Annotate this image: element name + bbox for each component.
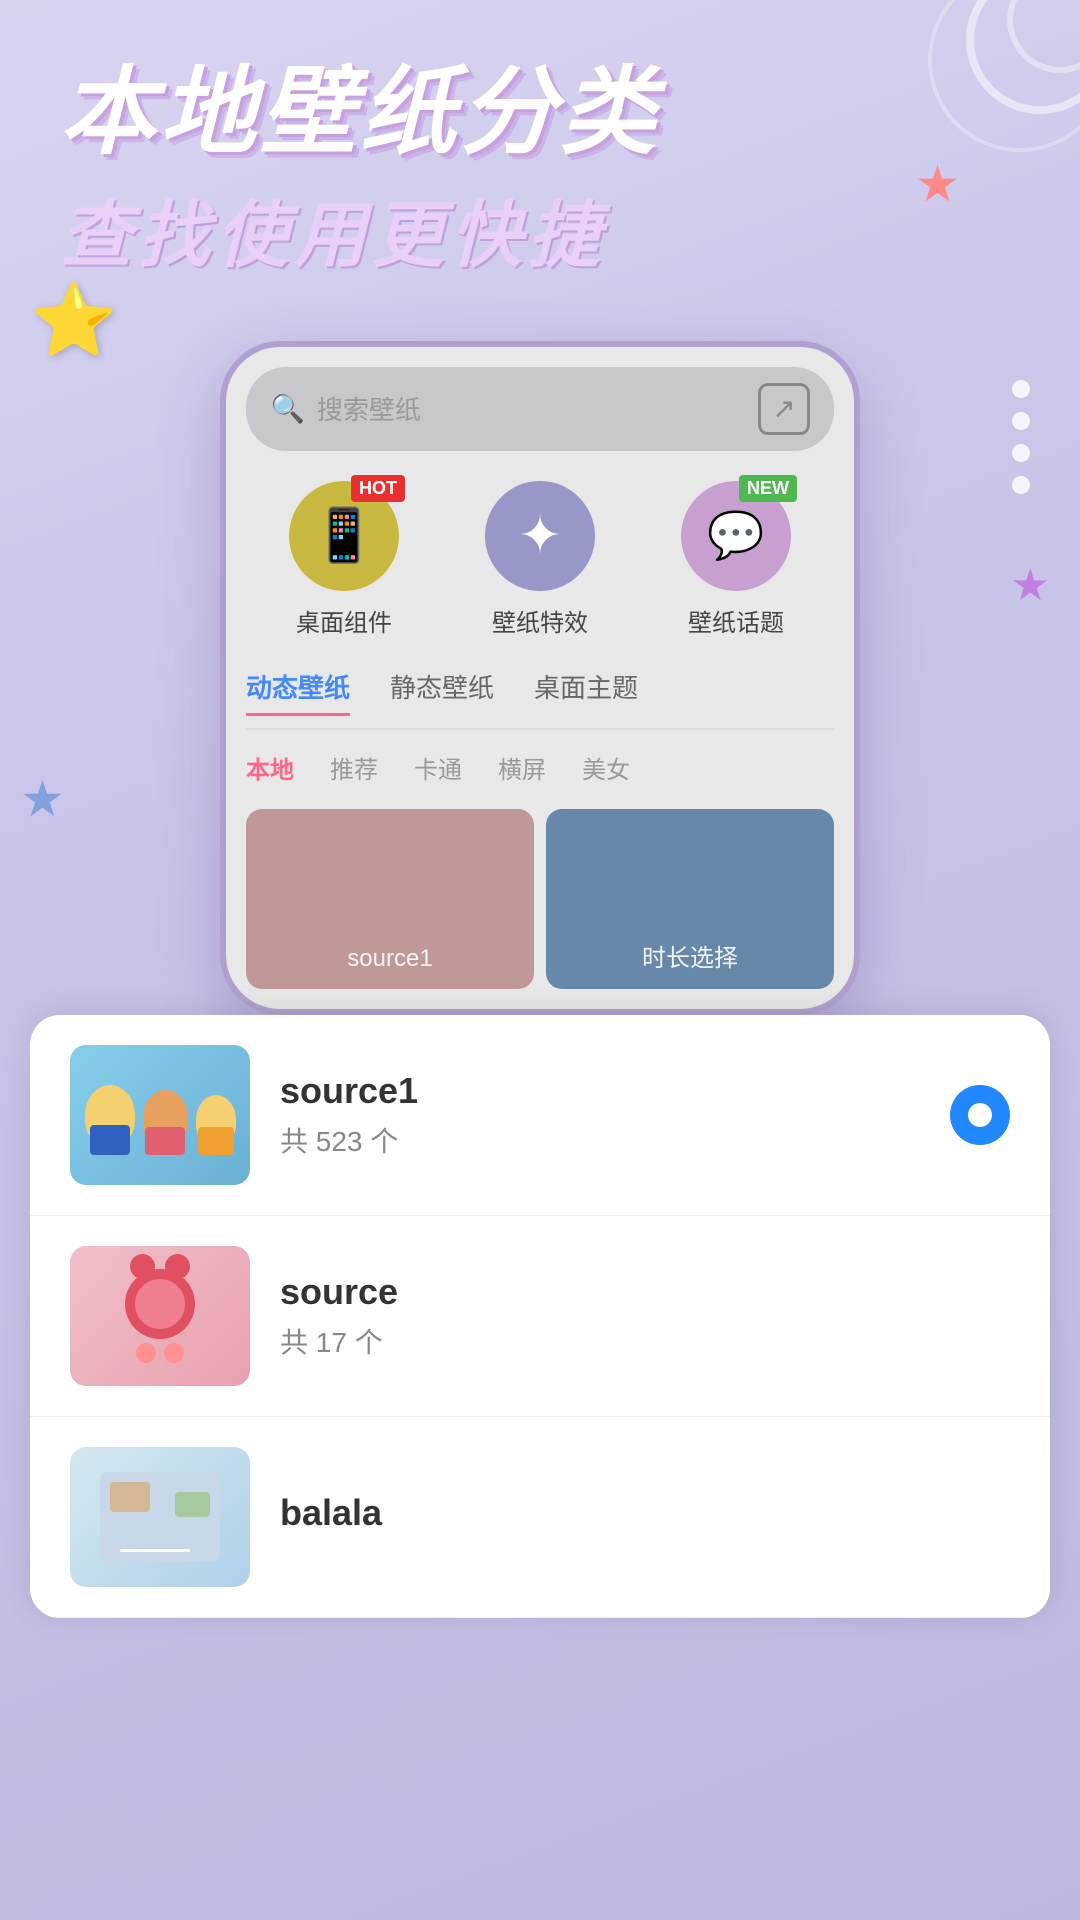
hot-badge: HOT — [351, 475, 405, 502]
wallpaper-duration[interactable]: 时长选择 — [546, 809, 834, 989]
source-item-3[interactable]: balala — [30, 1417, 1050, 1618]
wallpaper-duration-label: 时长选择 — [642, 938, 738, 973]
desk-icon-wrap: 📱 HOT — [289, 481, 399, 591]
search-placeholder-text: 搜索壁纸 — [317, 390, 746, 427]
subtab-beauty[interactable]: 美女 — [582, 750, 630, 785]
category-row: 📱 HOT 桌面组件 ✦ 壁纸特效 💬 NEW — [246, 481, 834, 638]
source2-info: source 共 17 个 — [280, 1271, 1010, 1361]
source2-name: source — [280, 1271, 1010, 1313]
main-tabs: 动态壁纸 静态壁纸 桌面主题 — [246, 668, 834, 730]
hero-section: 本地壁纸分类 查找使用更快捷 — [0, 0, 1080, 321]
subtab-landscape[interactable]: 横屏 — [498, 750, 546, 785]
subtab-recommend[interactable]: 推荐 — [330, 750, 378, 785]
source-item-2[interactable]: source 共 17 个 — [30, 1216, 1050, 1417]
category-effect[interactable]: ✦ 壁纸特效 — [485, 481, 595, 638]
subtab-cartoon[interactable]: 卡通 — [414, 750, 462, 785]
source3-thumbnail — [70, 1447, 250, 1587]
wallpaper-source1-label: source1 — [347, 945, 432, 973]
source1-name: source1 — [280, 1070, 920, 1112]
tab-static[interactable]: 静态壁纸 — [390, 668, 494, 716]
category-topic[interactable]: 💬 NEW 壁纸话题 — [681, 481, 791, 638]
phone-mockup: 🔍 搜索壁纸 ↗ 📱 HOT 桌面组件 ✦ — [220, 341, 860, 1015]
search-icon: 🔍 — [270, 392, 305, 425]
new-badge: NEW — [739, 475, 797, 502]
star-blue-icon: ★ — [20, 770, 65, 828]
topic-icon-wrap: 💬 NEW — [681, 481, 791, 591]
desk-label: 桌面组件 — [296, 603, 392, 638]
desk-icon: 📱 — [312, 505, 377, 566]
source2-count: 共 17 个 — [280, 1321, 1010, 1361]
source1-radio-inner — [968, 1103, 992, 1127]
hero-title-sub: 查找使用更快捷 — [60, 176, 1020, 281]
topic-label: 壁纸话题 — [688, 603, 784, 638]
source3-info: balala — [280, 1492, 1010, 1542]
dots-decoration — [1012, 380, 1030, 494]
sub-tabs: 本地 推荐 卡通 横屏 美女 — [246, 750, 834, 785]
source-item-1[interactable]: source1 共 523 个 — [30, 1015, 1050, 1216]
source3-name: balala — [280, 1492, 1010, 1534]
source1-info: source1 共 523 个 — [280, 1070, 920, 1160]
wallpaper-source1[interactable]: source1 — [246, 809, 534, 989]
topic-icon: 💬 — [707, 508, 764, 563]
star-purple-icon: ★ — [1011, 560, 1050, 611]
effect-label: 壁纸特效 — [492, 603, 588, 638]
export-button[interactable]: ↗ — [758, 383, 810, 435]
tab-dynamic[interactable]: 动态壁纸 — [246, 668, 350, 716]
search-bar[interactable]: 🔍 搜索壁纸 ↗ — [246, 367, 834, 451]
effect-icon-wrap: ✦ — [485, 481, 595, 591]
effect-icon: ✦ — [518, 506, 562, 566]
subtab-local[interactable]: 本地 — [246, 750, 294, 785]
hero-title-main: 本地壁纸分类 — [60, 60, 1020, 166]
category-desk[interactable]: 📱 HOT 桌面组件 — [289, 481, 399, 638]
source1-radio[interactable] — [950, 1085, 1010, 1145]
tab-theme[interactable]: 桌面主题 — [534, 668, 638, 716]
source2-thumbnail — [70, 1246, 250, 1386]
bottom-sheet: source1 共 523 个 — [30, 1015, 1050, 1618]
source1-thumbnail — [70, 1045, 250, 1185]
source1-count: 共 523 个 — [280, 1120, 920, 1160]
wallpaper-grid: source1 时长选择 — [246, 809, 834, 989]
